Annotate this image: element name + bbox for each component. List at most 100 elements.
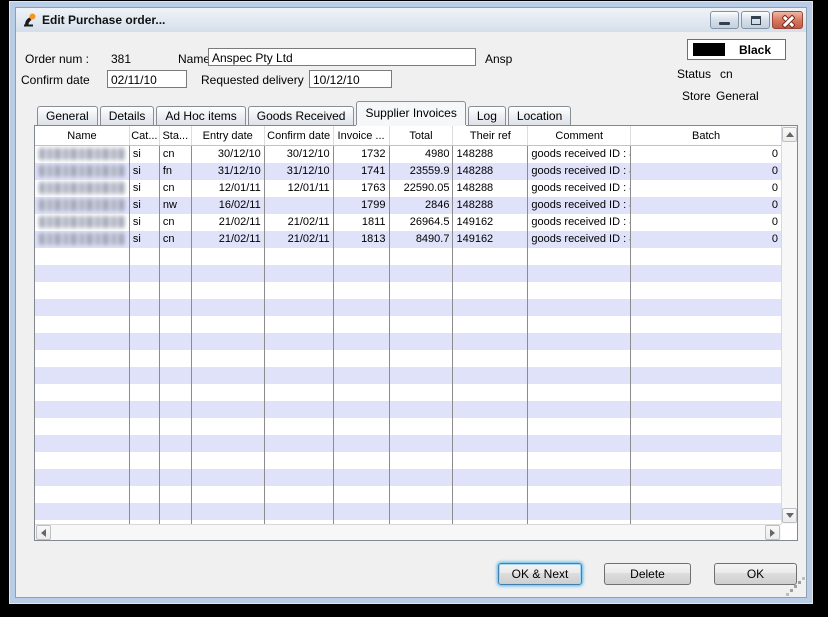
title-bar[interactable]: Edit Purchase order...: [16, 8, 806, 32]
table-cell: 21/02/11: [265, 231, 334, 248]
table-cell: [130, 282, 160, 299]
scroll-down-button[interactable]: [782, 508, 797, 523]
table-cell: 0: [631, 146, 781, 163]
table-cell: [334, 384, 390, 401]
table-cell: [334, 316, 390, 333]
column-header[interactable]: Batch: [631, 126, 781, 145]
table-cell: [160, 333, 192, 350]
table-cell: [160, 248, 192, 265]
table-cell: [265, 384, 334, 401]
tab-location[interactable]: Location: [508, 106, 571, 125]
column-header[interactable]: Total: [390, 126, 454, 145]
redacted-name-cell: [35, 231, 130, 248]
column-header[interactable]: Invoice ...: [334, 126, 390, 145]
table-cell: [265, 367, 334, 384]
ok-and-next-button[interactable]: OK & Next: [498, 563, 582, 585]
table-filler-row: [35, 333, 781, 350]
table-row[interactable]: sicn21/02/1121/02/11181126964.5149162goo…: [35, 214, 781, 231]
table-cell: [160, 486, 192, 503]
column-header[interactable]: Comment: [528, 126, 631, 145]
table-cell: [528, 299, 631, 316]
color-picker-button[interactable]: Black: [687, 39, 786, 60]
tab-details[interactable]: Details: [100, 106, 155, 125]
table-cell: [631, 384, 781, 401]
tab-log[interactable]: Log: [468, 106, 506, 125]
table-row[interactable]: sicn30/12/1030/12/1017324980148288goods …: [35, 146, 781, 163]
tab-ad-hoc-items[interactable]: Ad Hoc items: [156, 106, 245, 125]
table-cell: [631, 435, 781, 452]
table-row[interactable]: sicn21/02/1121/02/1118138490.7149162good…: [35, 231, 781, 248]
column-header[interactable]: Sta...: [160, 126, 192, 145]
scroll-up-button[interactable]: [782, 127, 797, 142]
table-cell: [160, 265, 192, 282]
table-cell: [265, 503, 334, 520]
redacted-name-cell: [35, 214, 130, 231]
maximize-button[interactable]: [741, 11, 770, 29]
status-label: Status: [677, 67, 711, 81]
table-cell: 148288: [453, 146, 528, 163]
table-cell: [265, 282, 334, 299]
table-cell: [528, 418, 631, 435]
table-cell: [265, 197, 334, 214]
table-cell: 1813: [334, 231, 390, 248]
table-cell: [453, 418, 528, 435]
table-cell: [334, 333, 390, 350]
minimize-button[interactable]: [710, 11, 739, 29]
dialog-content: Order num : 381 Name Ansp Confirm date R…: [16, 32, 806, 597]
column-header[interactable]: Their ref: [453, 126, 528, 145]
tab-general[interactable]: General: [37, 106, 98, 125]
table-cell: [528, 282, 631, 299]
delete-button[interactable]: Delete: [604, 563, 691, 585]
table-cell: [453, 452, 528, 469]
table-row[interactable]: sicn12/01/1112/01/11176322590.05148288go…: [35, 180, 781, 197]
table-cell: [265, 248, 334, 265]
table-row[interactable]: sinw16/02/1117992846148288goods received…: [35, 197, 781, 214]
table-filler-row: [35, 316, 781, 333]
table-cell: cn: [160, 180, 192, 197]
name-input[interactable]: [208, 48, 476, 66]
scroll-right-button[interactable]: [765, 525, 780, 540]
horizontal-scrollbar[interactable]: [35, 524, 781, 540]
tab-strip: GeneralDetailsAd Hoc itemsGoods Received…: [37, 100, 573, 125]
close-button[interactable]: [772, 11, 803, 29]
table-cell: 12/01/11: [192, 180, 265, 197]
requested-delivery-input[interactable]: [309, 70, 392, 88]
arrow-up-icon: [786, 132, 794, 137]
table-filler-row: [35, 435, 781, 452]
column-header[interactable]: Cat...: [130, 126, 160, 145]
table-cell: [130, 350, 160, 367]
color-label: Black: [725, 43, 785, 57]
redacted-name-cell: [35, 163, 130, 180]
table-cell: 8490.7: [390, 231, 454, 248]
column-header[interactable]: Confirm date: [265, 126, 334, 145]
table-cell: 22590.05: [390, 180, 454, 197]
table-cell: 26964.5: [390, 214, 454, 231]
table-header-row[interactable]: NameCat...Sta...Entry dateConfirm dateIn…: [35, 126, 781, 146]
resize-grip-icon[interactable]: [794, 585, 797, 588]
table-cell: [265, 486, 334, 503]
tab-goods-received[interactable]: Goods Received: [248, 106, 355, 125]
scroll-left-button[interactable]: [36, 525, 51, 540]
column-header[interactable]: Entry date: [192, 126, 265, 145]
table-cell: [334, 452, 390, 469]
redacted-name: [39, 199, 125, 211]
table-cell: [631, 452, 781, 469]
table-cell: [192, 401, 265, 418]
table-cell: goods received ID : 8: [528, 163, 631, 180]
column-header[interactable]: Name: [35, 126, 130, 145]
table-cell: [334, 248, 390, 265]
ok-button[interactable]: OK: [714, 563, 797, 585]
table-row[interactable]: sifn31/12/1031/12/10174123559.9148288goo…: [35, 163, 781, 180]
table-cell: [35, 401, 130, 418]
table-cell: [35, 384, 130, 401]
table-cell: [130, 486, 160, 503]
confirm-date-input[interactable]: [107, 70, 187, 88]
table-cell: [453, 299, 528, 316]
table-cell: 21/02/11: [192, 214, 265, 231]
vertical-scrollbar[interactable]: [781, 126, 797, 524]
table-cell: [453, 435, 528, 452]
table-cell: [160, 384, 192, 401]
tab-supplier-invoices[interactable]: Supplier Invoices: [356, 101, 465, 125]
table-cell: [334, 469, 390, 486]
table-cell: [631, 350, 781, 367]
